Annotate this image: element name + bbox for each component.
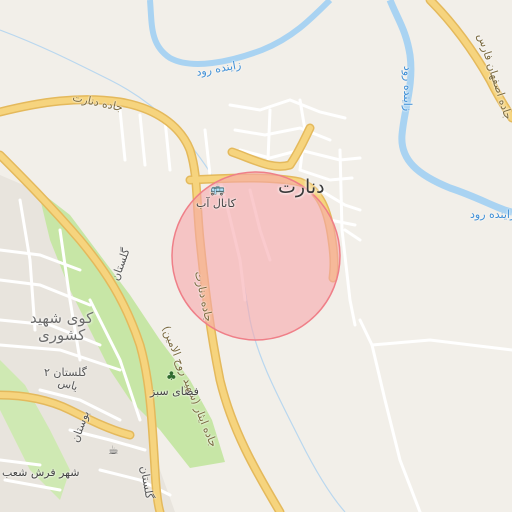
- map-view[interactable]: دنارت کوی شهید کشوری جاده دنارت جاده دنا…: [0, 0, 512, 512]
- highlight-area-circle: [171, 171, 341, 341]
- park-icon[interactable]: ♣: [166, 370, 177, 382]
- cafe-icon[interactable]: ☕: [108, 444, 119, 456]
- map-canvas[interactable]: [0, 0, 512, 512]
- bus-stop-icon[interactable]: 🚌: [210, 183, 225, 195]
